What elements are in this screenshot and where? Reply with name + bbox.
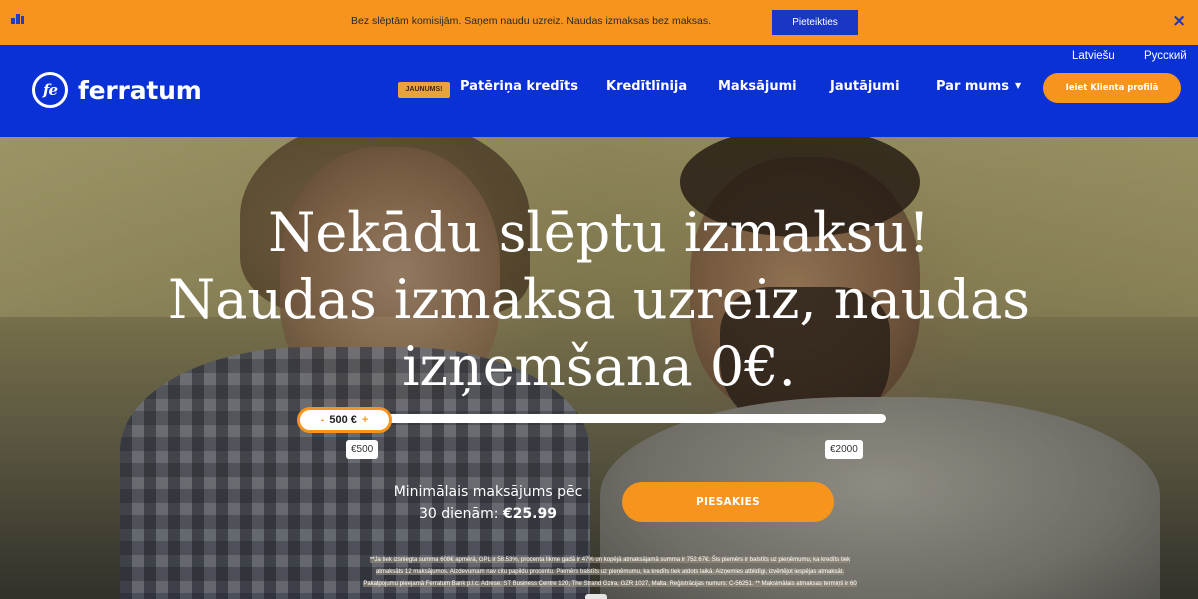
headline-line-2: Naudas izmaksa uzreiz, naudas xyxy=(167,268,1031,331)
decrease-amount-button[interactable]: - xyxy=(321,414,325,426)
client-profile-button[interactable]: Ieiet Klienta profilā xyxy=(1043,73,1181,103)
increase-amount-button[interactable]: + xyxy=(362,414,368,426)
slider-min-label: €500 xyxy=(346,440,379,459)
logo-icon: fe xyxy=(32,72,68,108)
promo-apply-button[interactable]: Pieteikties xyxy=(772,10,858,35)
language-russian-link[interactable]: Русский xyxy=(1144,50,1187,62)
amount-slider-handle[interactable]: - 500 € + xyxy=(297,407,392,433)
nav-payments[interactable]: Maksājumi xyxy=(718,79,797,94)
min-payment-line-1: Minimālais maksājums pēc xyxy=(393,484,583,500)
nav-about-us[interactable]: Par mums ▼ xyxy=(936,79,1021,94)
min-payment-amount: €25.99 xyxy=(502,506,557,522)
main-header: fe ferratum Latviešu Русский JAUNUMS! Pa… xyxy=(0,45,1198,137)
apply-button[interactable]: PIESAKIES xyxy=(622,482,834,522)
slider-max-label: €2000 xyxy=(825,440,863,459)
promo-bar: Bez slēptām komisijām. Saņem naudu uzrei… xyxy=(0,0,1198,45)
close-icon[interactable]: × xyxy=(1172,11,1186,31)
nav-about-us-label: Par mums xyxy=(936,79,1009,94)
disclaimer-line-1: **Ja tiek izsniegta summa 608€ apmērā, G… xyxy=(369,557,851,563)
disclaimer-text: **Ja tiek izsniegta summa 608€ apmērā, G… xyxy=(257,554,963,590)
headline-line-3: izņemšana 0€. xyxy=(402,335,796,398)
headline-line-1: Nekādu slēptu izmaksu! xyxy=(268,201,930,264)
slider-value: 500 € xyxy=(329,414,357,426)
hero-section: Nekādu slēptu izmaksu! Naudas izmaksa uz… xyxy=(0,137,1198,599)
hero-headline: Nekādu slēptu izmaksu! Naudas izmaksa uz… xyxy=(0,199,1198,400)
logo-text: ferratum xyxy=(78,75,202,105)
scroll-indicator[interactable] xyxy=(585,594,607,599)
chevron-down-icon: ▼ xyxy=(1014,81,1022,90)
logo[interactable]: fe ferratum xyxy=(32,70,202,110)
amount-slider-track[interactable] xyxy=(330,414,886,423)
signal-icon xyxy=(11,12,25,26)
nav-consumer-credit[interactable]: Patēriņa kredīts xyxy=(460,79,578,94)
language-latvian-link[interactable]: Latviešu xyxy=(1072,50,1115,62)
disclaimer-line-2: atmaksāts 12 maksājumos. Aizdevumam nav … xyxy=(375,569,845,575)
new-badge: JAUNUMS! xyxy=(398,82,450,98)
min-payment-line-2: 30 dienām: xyxy=(419,506,499,522)
nav-questions[interactable]: Jautājumi xyxy=(830,79,900,94)
min-payment-info: Minimālais maksājums pēc 30 dienām: €25.… xyxy=(360,481,616,525)
disclaimer-line-3: Pakalpojumu pieejamā Ferratum Bank p.l.c… xyxy=(363,581,857,587)
promo-text: Bez slēptām komisijām. Saņem naudu uzrei… xyxy=(351,15,712,27)
nav-credit-line[interactable]: Kredītlīnija xyxy=(606,79,687,94)
